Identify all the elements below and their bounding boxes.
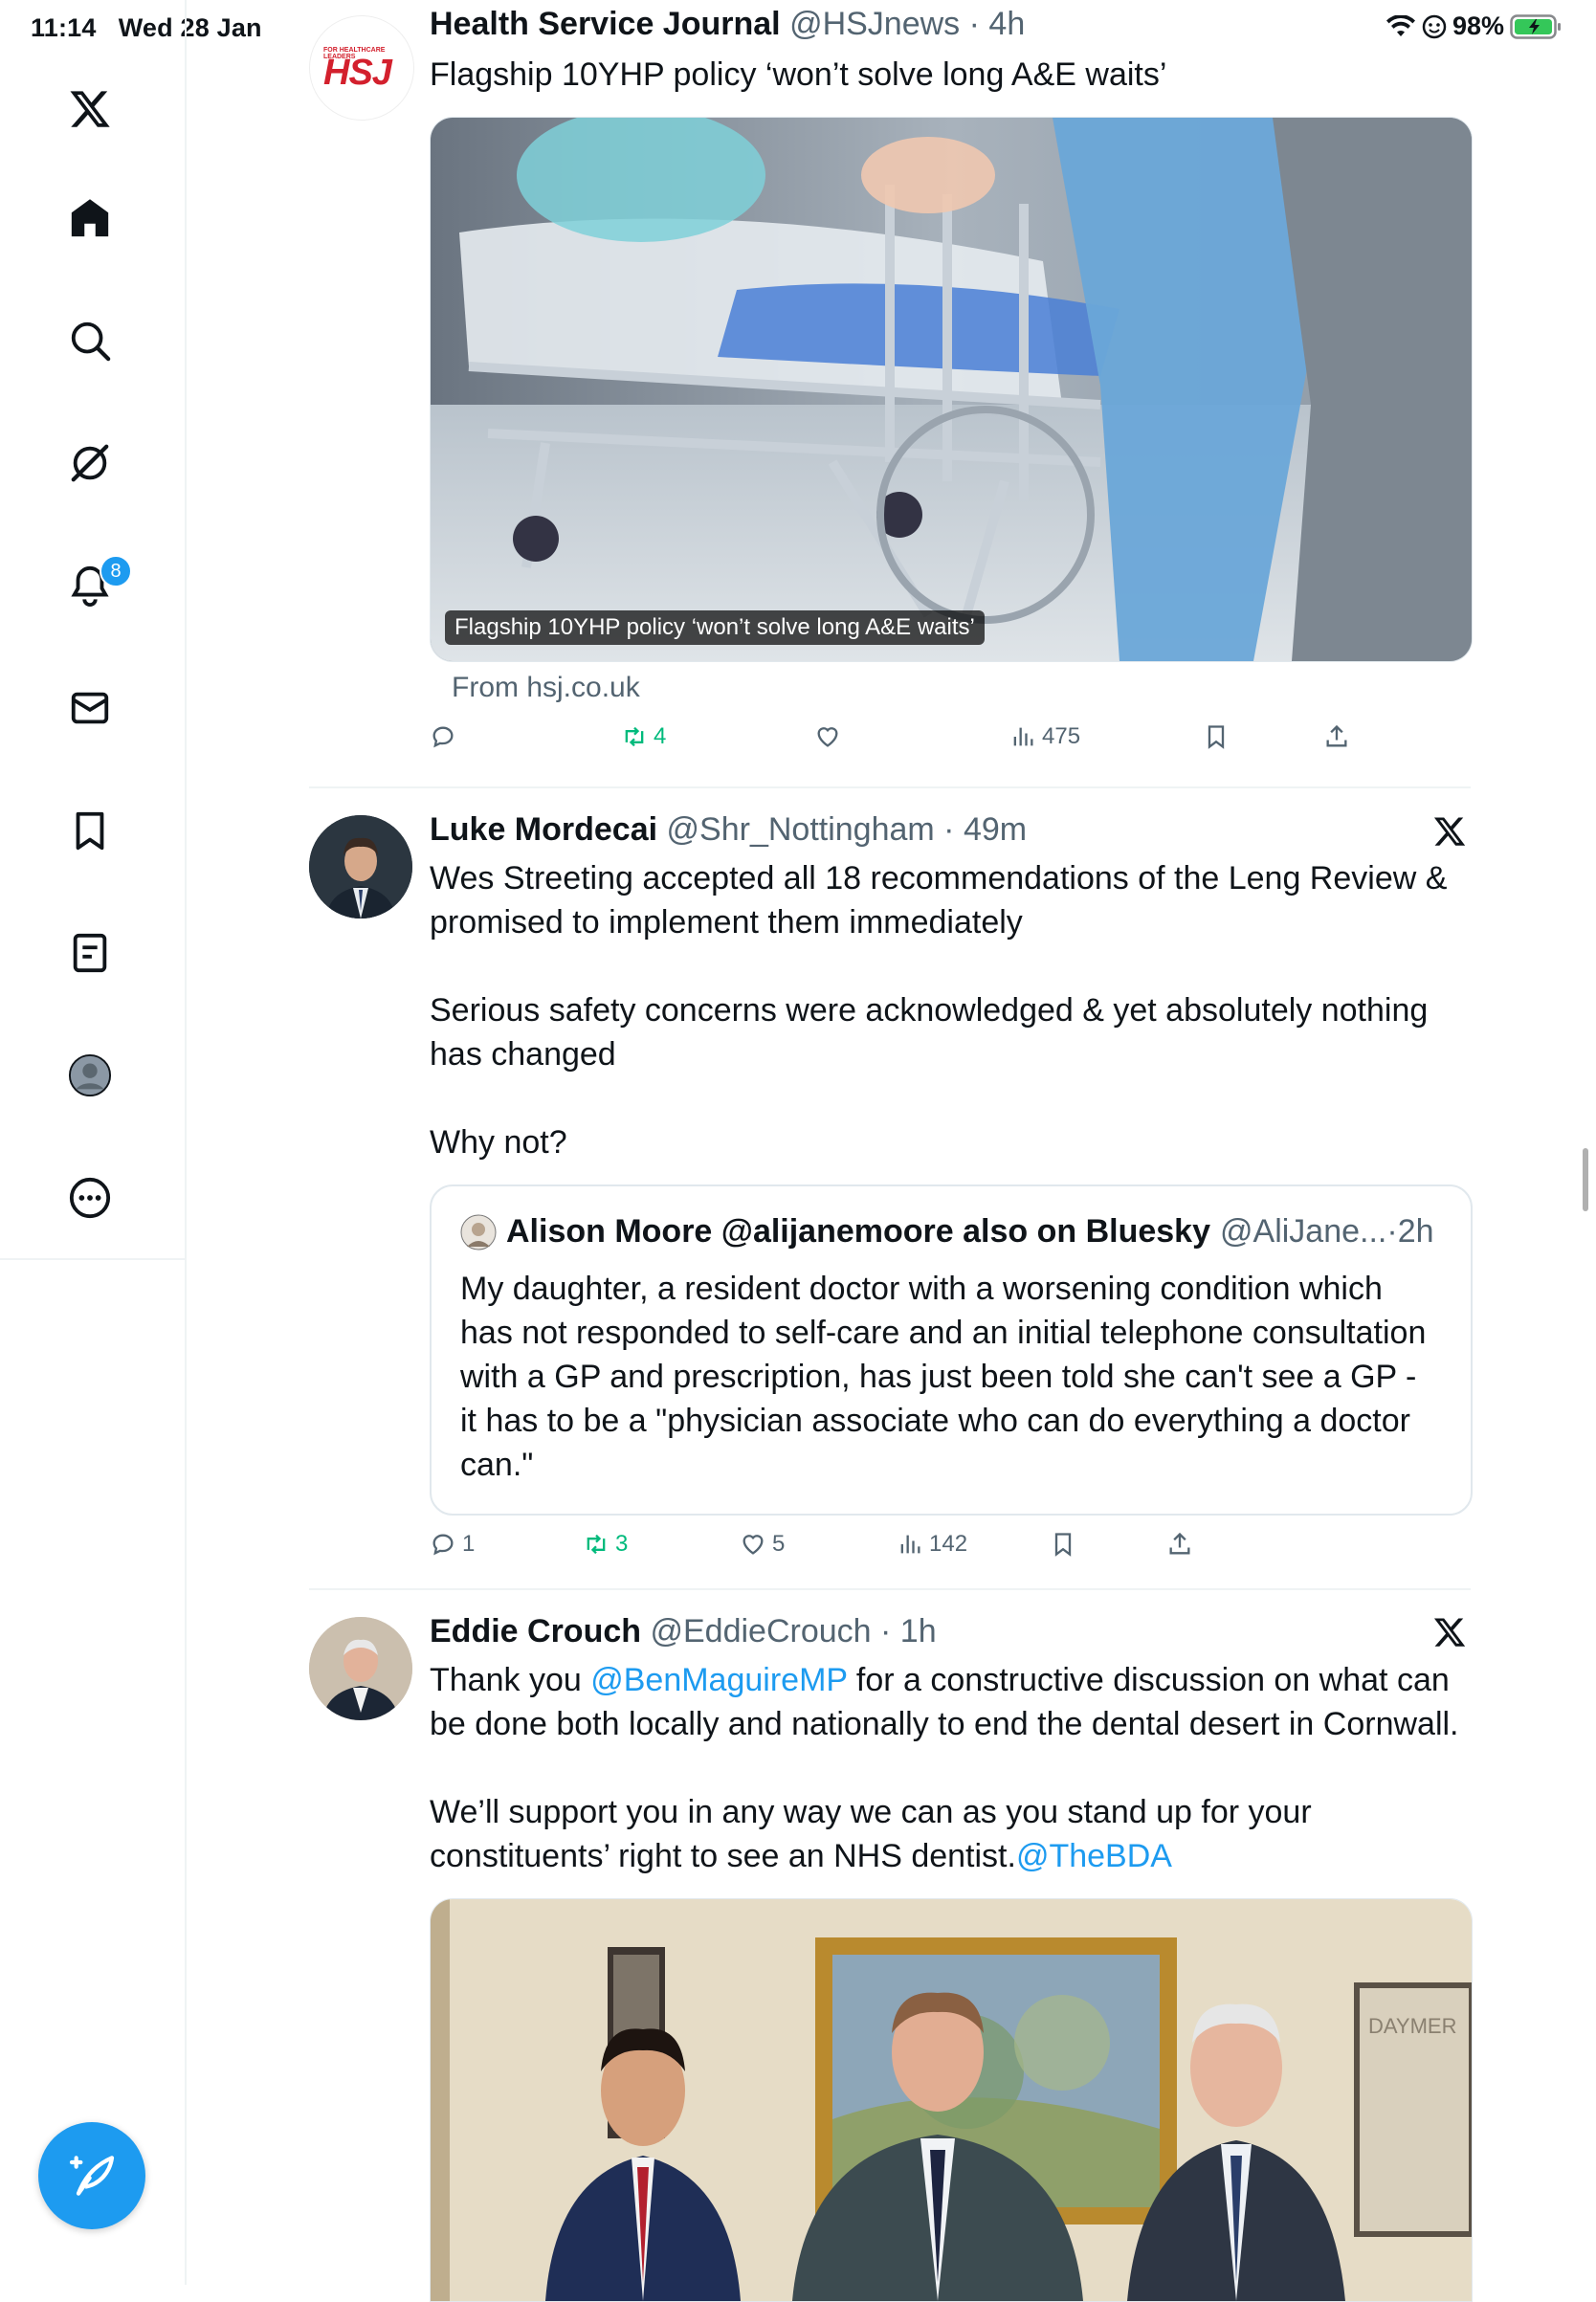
status-indicators: 98% [1385,11,1562,41]
share-icon [1326,724,1347,747]
tweet-photo[interactable]: DAYMER [430,1898,1473,2302]
bookmarks-icon[interactable] [63,804,117,857]
tweet-actions: 4 475 [430,723,1386,762]
compose-post-button[interactable] [38,2122,145,2229]
battery-charging-icon [1510,13,1561,39]
share-icon [1169,1532,1190,1555]
tweet-time[interactable]: 1h [900,1613,937,1649]
tweet-author[interactable]: Health Service Journal [430,6,781,42]
avatar-logo-text: HSJ [323,53,392,93]
sidebar-divider [0,1258,185,1260]
x-brand-icon [1433,1618,1466,1647]
views-chart-icon [1013,727,1033,746]
tweet-avatar-eddie[interactable] [309,1617,412,1720]
tweet-author[interactable]: Eddie Crouch [430,1613,641,1649]
heart-icon [743,1535,764,1555]
messages-mail-icon[interactable] [63,681,117,735]
battery-percent: 98% [1452,11,1504,40]
mention-link[interactable]: @TheBDA [1016,1838,1172,1874]
quoted-time: 2h [1397,1213,1434,1250]
tweet-handle[interactable]: @HSJnews [789,6,960,42]
quoted-tweet[interactable]: Alison Moore @alijanemoore also on Blues… [430,1184,1473,1516]
reply-button[interactable] [430,723,462,750]
like-button[interactable] [814,723,847,750]
tweet-handle[interactable]: @Shr_Nottingham [667,811,935,848]
views-button[interactable]: 475 [1009,723,1080,750]
lists-icon[interactable] [63,926,117,980]
search-icon[interactable] [63,314,117,367]
tweet-divider [309,786,1471,788]
x-logo-icon[interactable] [63,82,117,136]
tweet-avatar-hsj[interactable]: FOR HEALTHCARE LEADERS HSJ [309,15,414,121]
profile-avatar-icon[interactable] [63,1049,117,1102]
link-card-caption: Flagship 10YHP policy ‘won’t solve long … [445,610,985,645]
tweet-text: Thank you @BenMaguireMP for a constructi… [430,1662,1459,1874]
like-button[interactable]: 5 [740,1531,785,1558]
mention-link[interactable]: @BenMaguireMP [590,1662,847,1698]
grok-icon[interactable] [63,436,117,490]
photo-sign-text: DAYMER [1368,2014,1457,2038]
reply-icon [432,1534,454,1556]
tweet-actions: 1 3 5 142 [430,1531,1386,1569]
retweet-icon [625,726,644,747]
wifi-icon [1385,14,1415,36]
bookmark-icon [1208,725,1225,749]
bookmark-icon [1054,1533,1072,1557]
quoted-handle: @AliJane... [1220,1213,1387,1250]
heart-icon [817,727,838,747]
tweet-header: Eddie Crouch @EddieCrouch · 1h [430,1613,937,1649]
quoted-author: Alison Moore @alijanemoore also on Blues… [506,1213,1210,1250]
views-chart-icon [900,1535,920,1554]
tweet-time[interactable]: 4h [988,6,1025,42]
retweet-icon [587,1534,606,1555]
retweet-button[interactable]: 4 [621,723,666,750]
tweet-handle[interactable]: @EddieCrouch [650,1613,871,1649]
share-button[interactable] [1323,723,1350,750]
bookmark-button[interactable] [1203,723,1230,750]
tweet-header: Health Service Journal @HSJnews · 4h [430,6,1026,42]
face-icon [1422,14,1447,38]
reply-icon [432,726,454,748]
tweet-time[interactable]: 49m [964,811,1027,848]
tweet-header: Luke Mordecai @Shr_Nottingham · 49m [430,811,1028,848]
link-card-source[interactable]: From hsj.co.uk [452,672,640,704]
quoted-tweet-header: Alison Moore @alijanemoore also on Blues… [460,1213,1434,1251]
share-button[interactable] [1166,1531,1193,1558]
quoted-avatar-icon [460,1214,497,1250]
link-card-image[interactable] [430,117,1473,662]
tweet-text: Flagship 10YHP policy ‘won’t solve long … [430,56,1167,93]
tweet-divider [309,1588,1471,1590]
tweet-text: Wes Streeting accepted all 18 recommenda… [430,860,1448,1161]
views-button[interactable]: 142 [897,1531,967,1558]
sidebar: 8 [0,0,187,2285]
notifications-badge: 8 [100,555,132,587]
x-brand-icon [1433,817,1466,846]
reply-button[interactable]: 1 [430,1531,475,1558]
retweet-button[interactable]: 3 [583,1531,628,1558]
more-icon[interactable] [63,1171,117,1225]
scrollbar-thumb[interactable] [1583,1148,1588,1211]
quoted-text: My daughter, a resident doctor with a wo… [460,1271,1427,1483]
home-icon[interactable] [63,191,117,245]
tweet-author[interactable]: Luke Mordecai [430,811,657,848]
compose-feather-icon [69,2156,115,2196]
tweet-avatar-luke[interactable] [309,815,412,919]
bookmark-button[interactable] [1050,1531,1076,1558]
